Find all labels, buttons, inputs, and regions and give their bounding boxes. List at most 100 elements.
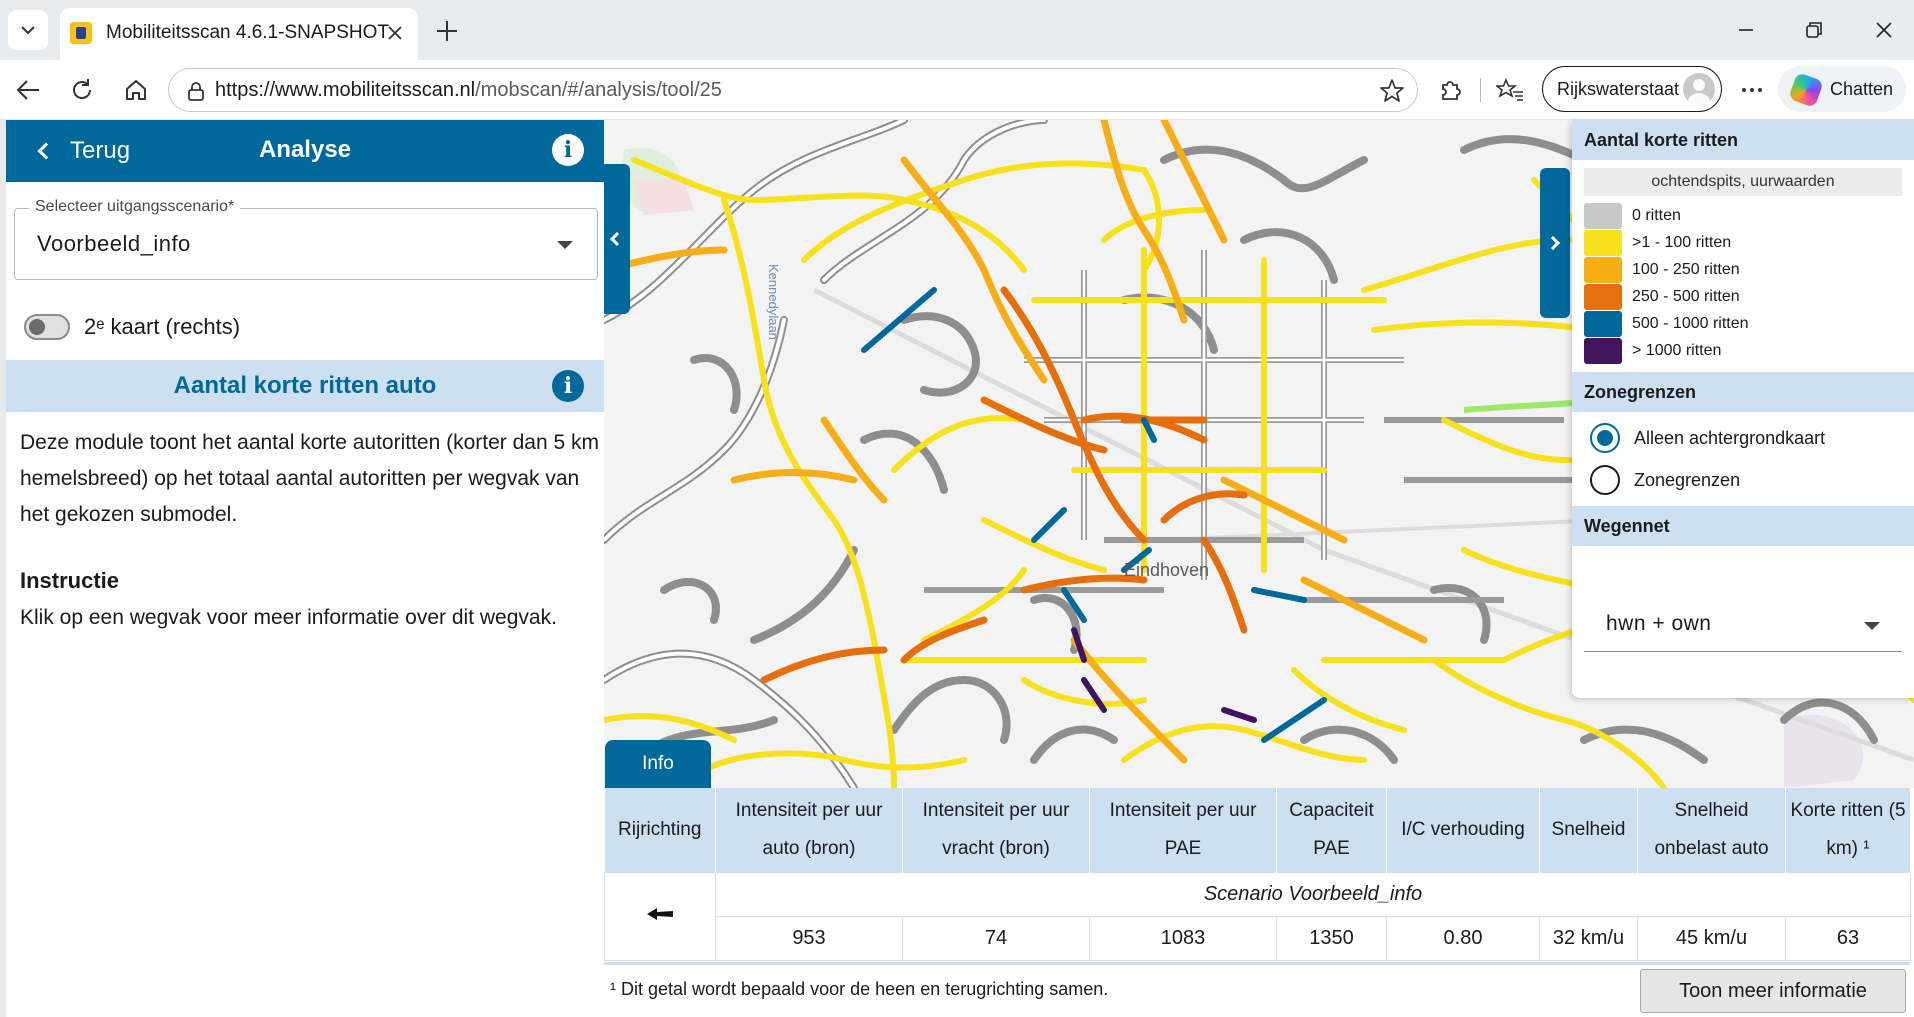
window-close-button[interactable] [1864, 12, 1904, 48]
profile-name: Rijkswaterstaat [1557, 79, 1680, 99]
column-header: Korte ritten (5 km) ¹ [1785, 788, 1911, 872]
legend-swatch [1584, 230, 1622, 256]
legend-panel: Aantal korte ritten ochtendspits, uurwaa… [1572, 120, 1914, 698]
back-label: Terug [70, 137, 131, 164]
avatar [1683, 73, 1715, 105]
legend-label: >1 - 100 ritten [1632, 234, 1732, 251]
legend-item: 250 - 500 ritten [1584, 283, 1740, 311]
favorites-button[interactable] [1492, 72, 1528, 108]
second-map-toggle[interactable] [24, 314, 70, 340]
legend-item: > 1000 ritten [1584, 337, 1721, 365]
road-segment-table-panel: Rijrichting Intensiteit per uur auto (br… [604, 788, 1914, 1017]
second-map-toggle-label: 2ᵉ kaart (rechts) [84, 314, 241, 339]
home-icon [126, 80, 146, 100]
legend-item: >1 - 100 ritten [1584, 229, 1731, 257]
favicon-icon [70, 22, 92, 44]
table-row: 953 74 1083 1350 0.80 32 km/u 45 km/u 63 [605, 915, 1911, 961]
panel-header: Terug Analyse i [6, 120, 604, 182]
back-button[interactable] [10, 72, 46, 108]
network-title: Wegennet [1584, 516, 1670, 536]
network-select[interactable]: hwn + own [1584, 590, 1902, 652]
lock-icon[interactable] [185, 80, 207, 102]
legend-swatch [1584, 311, 1622, 337]
extensions-button[interactable] [1432, 72, 1468, 108]
legend-label: > 1000 ritten [1632, 342, 1722, 359]
column-header: Rijrichting [604, 788, 716, 872]
restore-button[interactable] [1794, 12, 1834, 48]
tab-title: Mobiliteitsscan 4.6.1-SNAPSHOT [106, 22, 389, 43]
road-label: Kennedylaan [766, 264, 781, 340]
toggle-knob [29, 319, 45, 335]
legend-label: 0 ritten [1632, 207, 1681, 224]
profile-button[interactable]: Rijkswaterstaat [1542, 66, 1722, 112]
new-tab-button[interactable] [430, 14, 464, 48]
column-header: Snelheid [1539, 788, 1638, 872]
url-text[interactable]: https://www.mobiliteitsscan.nl/mobscan/#… [215, 79, 722, 102]
zone-option-zones[interactable]: Zonegrenzen [1590, 463, 1740, 497]
tab-list-button[interactable] [8, 10, 48, 50]
toolbar-divider [1480, 78, 1481, 102]
legend-label: 500 - 1000 ritten [1632, 315, 1749, 332]
caret-down-icon [557, 241, 573, 249]
tab-close-button[interactable] [382, 20, 408, 46]
chat-label: Chatten [1830, 79, 1894, 99]
radio-unselected-icon[interactable] [1590, 465, 1620, 495]
restore-icon [1806, 22, 1822, 38]
copilot-chat-button[interactable]: Chatten [1778, 66, 1906, 112]
expand-legend-button[interactable] [1540, 168, 1570, 318]
legend-item: 500 - 1000 ritten [1584, 310, 1749, 338]
scenario-select[interactable]: Selecteer uitgangsscenario* Voorbeeld_in… [14, 198, 598, 280]
browser-tab[interactable]: Mobiliteitsscan 4.6.1-SNAPSHOT [60, 8, 418, 60]
info-icon[interactable]: i [552, 134, 584, 166]
column-header: Capaciteit PAE [1276, 788, 1387, 872]
column-header: Intensiteit per uur auto (bron) [715, 788, 903, 872]
table-cell: 953 [715, 915, 903, 961]
radio-selected-icon[interactable] [1590, 423, 1620, 453]
browser-toolbar: https://www.mobiliteitsscan.nl/mobscan/#… [0, 60, 1914, 120]
back-link[interactable]: Terug [34, 134, 130, 168]
legend-label: 100 - 250 ritten [1632, 261, 1740, 278]
refresh-icon [73, 79, 91, 99]
chevron-left-icon [37, 142, 55, 160]
legend-subtitle: ochtendspits, uurwaarden [1584, 168, 1902, 196]
legend-item: 100 - 250 ritten [1584, 256, 1740, 284]
legend-swatch [1584, 284, 1622, 310]
scenario-select-value: Voorbeeld_info [37, 231, 191, 256]
analysis-panel: Terug Analyse i Selecteer uitgangsscenar… [0, 120, 604, 1017]
address-bar[interactable]: https://www.mobiliteitsscan.nl/mobscan/#… [168, 68, 1418, 112]
table-cell: 1083 [1089, 915, 1277, 961]
column-header: I/C verhouding [1386, 788, 1540, 872]
star-icon[interactable] [1379, 78, 1405, 104]
home-button[interactable] [118, 72, 154, 108]
city-label: Eindhoven [1124, 560, 1210, 580]
network-select-value: hwn + own [1606, 612, 1712, 635]
direction-cell [604, 871, 716, 961]
legend-swatch [1584, 203, 1622, 229]
table-cell: 32 km/u [1539, 915, 1638, 961]
chevron-left-icon [609, 231, 625, 247]
zone-header: Zonegrenzen [1572, 372, 1914, 412]
minimize-button[interactable] [1726, 12, 1766, 48]
footnote: ¹ Dit getal wordt bepaald voor de heen e… [610, 979, 1109, 999]
extensions-icon [1442, 81, 1461, 100]
table-footer: ¹ Dit getal wordt bepaald voor de heen e… [604, 962, 1910, 1017]
scenario-label: Scenario Voorbeeld_info [715, 871, 1911, 917]
legend-swatch [1584, 338, 1622, 364]
table-cell: 1350 [1276, 915, 1387, 961]
info-icon[interactable]: i [552, 370, 584, 402]
network-header: Wegennet [1572, 506, 1914, 546]
legend-header: Aantal korte ritten [1572, 120, 1914, 160]
legend-title: Aantal korte ritten [1584, 130, 1739, 150]
zone-option-background[interactable]: Alleen achtergrondkaart [1590, 421, 1825, 455]
table-cell: 0.80 [1386, 915, 1540, 961]
caret-down-icon [1864, 622, 1880, 630]
info-tab[interactable]: Info [605, 740, 711, 788]
zone-option-label: Alleen achtergrondkaart [1634, 427, 1826, 448]
show-more-info-button[interactable]: Toon meer informatie [1640, 969, 1906, 1013]
more-button[interactable] [1734, 72, 1770, 108]
refresh-button[interactable] [64, 72, 100, 108]
module-title: Aantal korte ritten auto [173, 372, 437, 399]
table-cell: 74 [902, 915, 1090, 961]
arrow-left-icon [647, 907, 673, 920]
collapse-left-panel-button[interactable] [604, 164, 630, 314]
